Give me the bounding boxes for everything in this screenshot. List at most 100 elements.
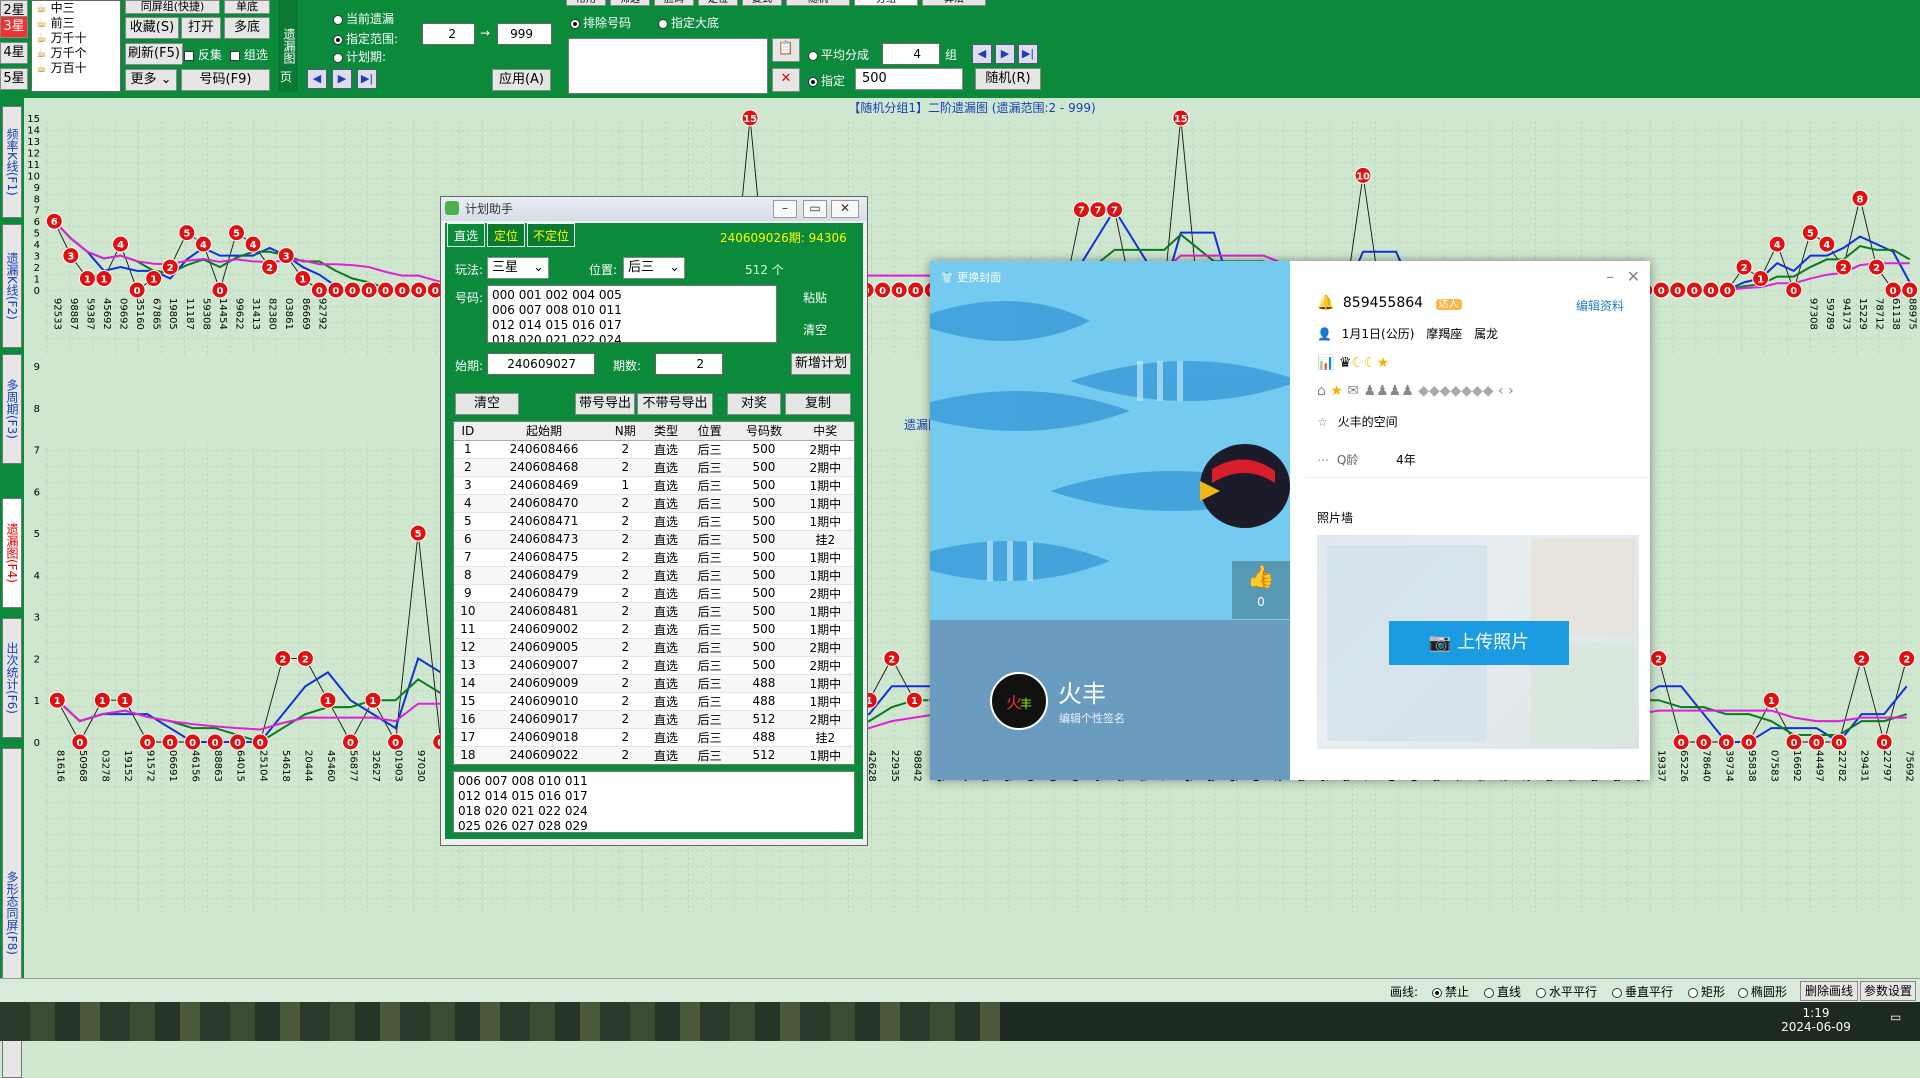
tab-common[interactable]: 常用 <box>566 0 606 6</box>
code-textarea[interactable]: 000 001 002 004 005 006 007 008 010 011 … <box>487 285 777 343</box>
group-checkbox[interactable]: 组选 <box>230 46 268 63</box>
compare-button[interactable]: 对奖 <box>727 393 781 415</box>
position-item[interactable]: ☕ 万千个 <box>32 46 120 61</box>
favorite-button[interactable]: 收藏(S) <box>125 17 179 39</box>
open-button[interactable]: 打开 <box>181 17 221 39</box>
bigbase-radio[interactable]: 指定大底 <box>658 14 719 31</box>
current-missing-radio[interactable]: 当前遗漏 <box>333 10 394 27</box>
position-item[interactable]: ☕ 前三 <box>32 16 120 31</box>
like-button[interactable]: 👍 0 <box>1232 561 1290 619</box>
tab-unlocate[interactable]: 不定位 <box>527 223 575 247</box>
tab-group[interactable]: 分组 <box>854 0 918 6</box>
tab-compound[interactable]: 复式 <box>742 0 782 6</box>
tab-count-stats[interactable]: 出次统计(F6) <box>2 618 22 738</box>
profile-card[interactable]: 👕 更换封面 👍 0 火丰 火丰 编辑个性签名 – ✕ 🔔 859455864 … <box>930 261 1650 780</box>
more-button[interactable]: 更多 ⌄ <box>125 69 177 91</box>
column-header[interactable]: ID <box>454 422 482 441</box>
upload-photo-button[interactable]: 📷 上传照片 <box>1389 621 1569 665</box>
tab-missing-chart[interactable]: 遗漏图(F4) <box>2 498 22 608</box>
reverse-checkbox[interactable]: 反集 <box>184 46 222 63</box>
numbers-button[interactable]: 号码(F9) <box>181 69 270 91</box>
range-to-spinner[interactable]: 999 <box>497 23 552 45</box>
table-row[interactable]: 15 240609010 2 直选 后三 488 1期中 <box>454 692 854 711</box>
change-cover-link[interactable]: 👕 更换封面 <box>940 269 1001 285</box>
clear-link[interactable]: 清空 <box>803 321 827 338</box>
tab-multi-period[interactable]: 多周期(F3) <box>2 354 22 464</box>
avg-radio[interactable]: 平均分成 <box>808 46 869 63</box>
star-tab-4[interactable]: 4星 <box>0 42 28 64</box>
tab-missing-kline[interactable]: 遗漏K线(F2) <box>2 224 22 348</box>
maximize-icon[interactable]: ▭ <box>803 200 827 218</box>
new-plan-button[interactable]: 新增计划 <box>791 353 851 375</box>
tab-locate[interactable]: 定位 <box>487 223 525 247</box>
table-row[interactable]: 2 240608468 2 直选 后三 500 2期中 <box>454 458 854 477</box>
chevron-icon[interactable]: ‹ › <box>1498 383 1514 399</box>
play-select[interactable]: 三星 ⌄ <box>487 257 549 279</box>
duodi-button[interactable]: 多底 <box>224 17 270 39</box>
spec-select[interactable]: 500 <box>855 68 963 90</box>
position-item[interactable]: ☕ 万百十 <box>32 61 120 76</box>
tab-direct[interactable]: 直选 <box>447 223 485 247</box>
table-row[interactable]: 16 240609017 2 直选 后三 512 2期中 <box>454 710 854 729</box>
exclude-textarea[interactable] <box>568 38 768 94</box>
first-page-icon[interactable]: ◀ <box>307 69 327 89</box>
close-icon[interactable]: ✕ <box>1627 267 1640 286</box>
copy-button[interactable]: 复制 <box>785 393 851 415</box>
spec-radio[interactable]: 指定 <box>808 72 845 89</box>
next-page-icon[interactable]: ▶ <box>332 69 352 89</box>
draw-option-vparallel[interactable]: 垂直平行 <box>1612 983 1673 1000</box>
table-row[interactable]: 13 240609007 2 直选 后三 500 2期中 <box>454 656 854 675</box>
plan-period-radio[interactable]: 计划期: <box>333 48 386 65</box>
exclude-radio[interactable]: 排除号码 <box>570 14 631 31</box>
table-row[interactable]: 7 240608475 2 直选 后三 500 1期中 <box>454 548 854 567</box>
close-icon[interactable]: ✕ <box>831 200 859 218</box>
draw-option-rect[interactable]: 矩形 <box>1688 983 1725 1000</box>
table-row[interactable]: 17 240609018 2 直选 后三 488 挂2 <box>454 728 854 747</box>
clear-icon[interactable]: ✕ <box>772 68 800 92</box>
result-textarea[interactable]: 006 007 008 010 011 012 014 015 016 017 … <box>453 771 855 833</box>
column-header[interactable]: 类型 <box>644 422 688 441</box>
table-row[interactable]: 1 240608466 2 直选 后三 500 2期中 <box>454 440 854 459</box>
plan-assistant-window[interactable]: 计划助手 – ▭ ✕ 直选 定位 不定位 240609026期: 94306 玩… <box>440 196 868 846</box>
table-row[interactable]: 14 240609009 2 直选 后三 488 1期中 <box>454 674 854 693</box>
table-row[interactable]: 11 240609002 2 直选 后三 500 1期中 <box>454 620 854 639</box>
pos-select[interactable]: 后三 ⌄ <box>623 257 685 279</box>
table-row[interactable]: 3 240608469 1 直选 后三 500 1期中 <box>454 476 854 495</box>
export-with-codes-button[interactable]: 带号导出 <box>575 393 635 415</box>
star-tab-5[interactable]: 5星 <box>0 68 28 90</box>
plan-table[interactable]: ID 起始期 N期 类型 位置 号码数 中奖 1 240608466 2 直选 后三 500 2期中 2 2… <box>453 421 855 765</box>
tab-position[interactable]: 定位 <box>698 0 738 6</box>
periods-spinner[interactable]: 2 <box>655 353 723 375</box>
dandi-button[interactable]: 单底 <box>224 0 270 14</box>
apply-button[interactable]: 应用(A) <box>492 69 551 91</box>
minimize-icon[interactable]: – <box>773 200 797 218</box>
column-header[interactable]: 起始期 <box>481 422 607 441</box>
avg-groups-spinner[interactable]: 4 <box>882 43 940 65</box>
signature-edit[interactable]: 编辑个性签名 <box>1059 710 1125 726</box>
combo-mode-select[interactable]: 同屏组(快捷) <box>125 0 220 14</box>
range-radio[interactable]: 指定范围: <box>333 30 398 47</box>
position-item[interactable]: ☕ 万千十 <box>32 31 120 46</box>
tab-algo[interactable]: 算法 <box>922 0 986 6</box>
random-button[interactable]: 随机(R) <box>975 68 1041 90</box>
taskbar-apps[interactable] <box>0 1002 1000 1041</box>
column-header[interactable]: N期 <box>606 422 645 441</box>
last-page-icon[interactable]: ▶| <box>357 69 377 89</box>
space-row[interactable]: ☆ 火丰的空间 <box>1317 413 1398 430</box>
table-row[interactable]: 9 240608479 2 直选 后三 500 2期中 <box>454 584 854 603</box>
table-row[interactable]: 18 240609022 2 直选 后三 512 1期中 <box>454 746 854 764</box>
tab-filter[interactable]: 筛选 <box>610 0 650 6</box>
table-row[interactable]: 12 240609005 2 直选 后三 500 2期中 <box>454 638 854 657</box>
clock[interactable]: 1:19 2024-06-09 <box>1776 1006 1856 1034</box>
minimize-icon[interactable]: – <box>1606 267 1614 286</box>
column-header[interactable]: 中奖 <box>796 422 854 441</box>
column-header[interactable]: 位置 <box>687 422 732 441</box>
avatar[interactable]: 火丰 <box>990 672 1048 730</box>
prev-icon[interactable]: ◀ <box>972 44 992 64</box>
table-row[interactable]: 6 240608473 2 直选 后三 500 挂2 <box>454 530 854 549</box>
position-item[interactable]: ☕ 中三 <box>32 1 120 16</box>
star-tab-3[interactable]: 3星 <box>0 16 28 38</box>
end-icon[interactable]: ▶| <box>1018 44 1038 64</box>
export-without-codes-button[interactable]: 不带号导出 <box>637 393 713 415</box>
draw-option-hparallel[interactable]: 水平平行 <box>1536 983 1597 1000</box>
